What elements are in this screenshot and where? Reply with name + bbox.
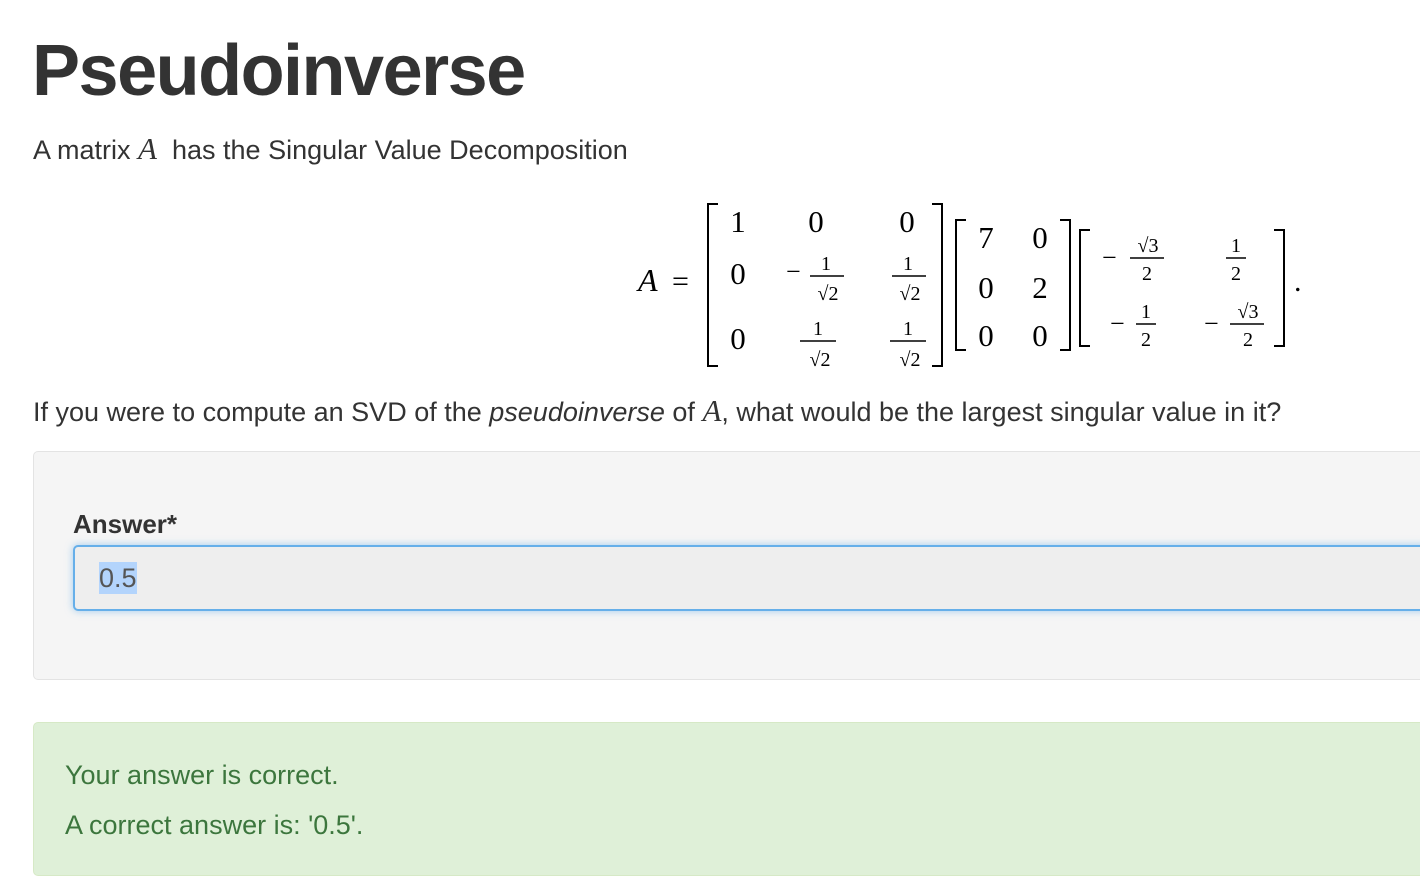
matrix-u-cell-inv-sqrt2: 1 √2 — [890, 318, 926, 371]
equation-lhs-var: A — [636, 262, 658, 298]
matrix-sigma-cell: 7 — [978, 220, 994, 255]
question-text: If you were to compute an SVD of the pse… — [33, 393, 1281, 430]
matrix-sigma-cell: 0 — [978, 318, 994, 353]
svg-text:1: 1 — [903, 253, 913, 275]
matrix-u-cell-inv-sqrt2: 1 √2 — [800, 318, 836, 371]
matrix-sigma-brackets — [955, 219, 1071, 351]
page-title: Pseudoinverse — [32, 31, 526, 111]
svg-text:2: 2 — [1243, 329, 1253, 351]
svg-text:1: 1 — [813, 318, 823, 340]
matrix-sigma-cell: 0 — [1032, 220, 1048, 255]
svd-equation-svg: A = 1 0 0 0 − 1 √2 1 √2 0 1 √2 1 √2 7 0 … — [636, 203, 1302, 371]
intro-text-after: has the Singular Value Decomposition — [172, 135, 628, 165]
svg-text:−: − — [1102, 243, 1117, 272]
question-text-after: , what would be the largest singular val… — [721, 397, 1282, 427]
svg-text:√2: √2 — [818, 283, 839, 305]
feedback-alert: Your answer is correct. A correct answer… — [33, 722, 1420, 876]
svg-text:√3: √3 — [1138, 235, 1159, 257]
matrix-vt-cell-half: 1 2 — [1226, 235, 1246, 285]
svg-text:−: − — [1110, 309, 1125, 338]
question-text-before: If you were to compute an SVD of the — [33, 397, 482, 427]
matrix-vt-cell-neg-sqrt3-over-2: − √3 2 — [1204, 301, 1264, 351]
svg-text:2: 2 — [1142, 263, 1152, 285]
matrix-u-cell-inv-sqrt2: 1 √2 — [892, 253, 926, 305]
svg-text:−: − — [786, 257, 801, 286]
problem-intro: A matrix A has the Singular Value Decomp… — [33, 131, 628, 168]
svg-text:2: 2 — [1141, 329, 1151, 351]
svg-text:√2: √2 — [900, 283, 921, 305]
svg-text:√3: √3 — [1238, 301, 1259, 323]
intro-text-before: A matrix — [33, 135, 131, 165]
question-emphasis: pseudoinverse — [489, 397, 665, 427]
page: Pseudoinverse A matrix A has the Singula… — [0, 0, 1420, 882]
feedback-correct-answer: A correct answer is: '0.5'. — [65, 810, 364, 840]
matrix-u-cell-neg-inv-sqrt2: − 1 √2 — [786, 253, 844, 305]
matrix-u-cell: 1 — [730, 204, 746, 239]
feedback-status: Your answer is correct. — [65, 760, 339, 790]
equation-period: . — [1294, 265, 1302, 298]
answer-label: Answer* — [73, 509, 178, 539]
matrix-sigma-cell: 2 — [1032, 270, 1048, 305]
equation-lhs-eq: = — [672, 265, 689, 298]
question-matrix-variable: A — [702, 393, 722, 428]
matrix-sigma-cell: 0 — [978, 270, 994, 305]
svg-text:√2: √2 — [900, 349, 921, 371]
svg-text:2: 2 — [1231, 263, 1241, 285]
answer-input[interactable]: 0.5 — [73, 545, 1420, 611]
matrix-u-cell: 0 — [808, 204, 824, 239]
question-text-mid: of — [672, 397, 695, 427]
answer-input-value[interactable]: 0.5 — [99, 562, 137, 594]
svd-equation: A = 1 0 0 0 − 1 √2 1 √2 0 1 √2 1 √2 7 0 … — [600, 190, 1320, 380]
intro-matrix-variable: A — [138, 131, 157, 166]
answer-panel: Answer* 0.5 — [33, 451, 1420, 680]
svg-text:√2: √2 — [810, 349, 831, 371]
matrix-vt-cell-neg-sqrt3-over-2: − √3 2 — [1102, 235, 1164, 285]
matrix-sigma-cell: 0 — [1032, 318, 1048, 353]
svg-text:1: 1 — [1141, 301, 1151, 323]
matrix-vt-cell-neg-half: − 1 2 — [1110, 301, 1156, 351]
svg-text:1: 1 — [821, 253, 831, 275]
svg-text:−: − — [1204, 309, 1219, 338]
svg-text:1: 1 — [903, 318, 913, 340]
svg-text:1: 1 — [1231, 235, 1241, 257]
matrix-u-cell: 0 — [899, 204, 915, 239]
matrix-u-cell-0: 0 — [730, 321, 746, 356]
matrix-u-cell-0: 0 — [730, 256, 746, 291]
